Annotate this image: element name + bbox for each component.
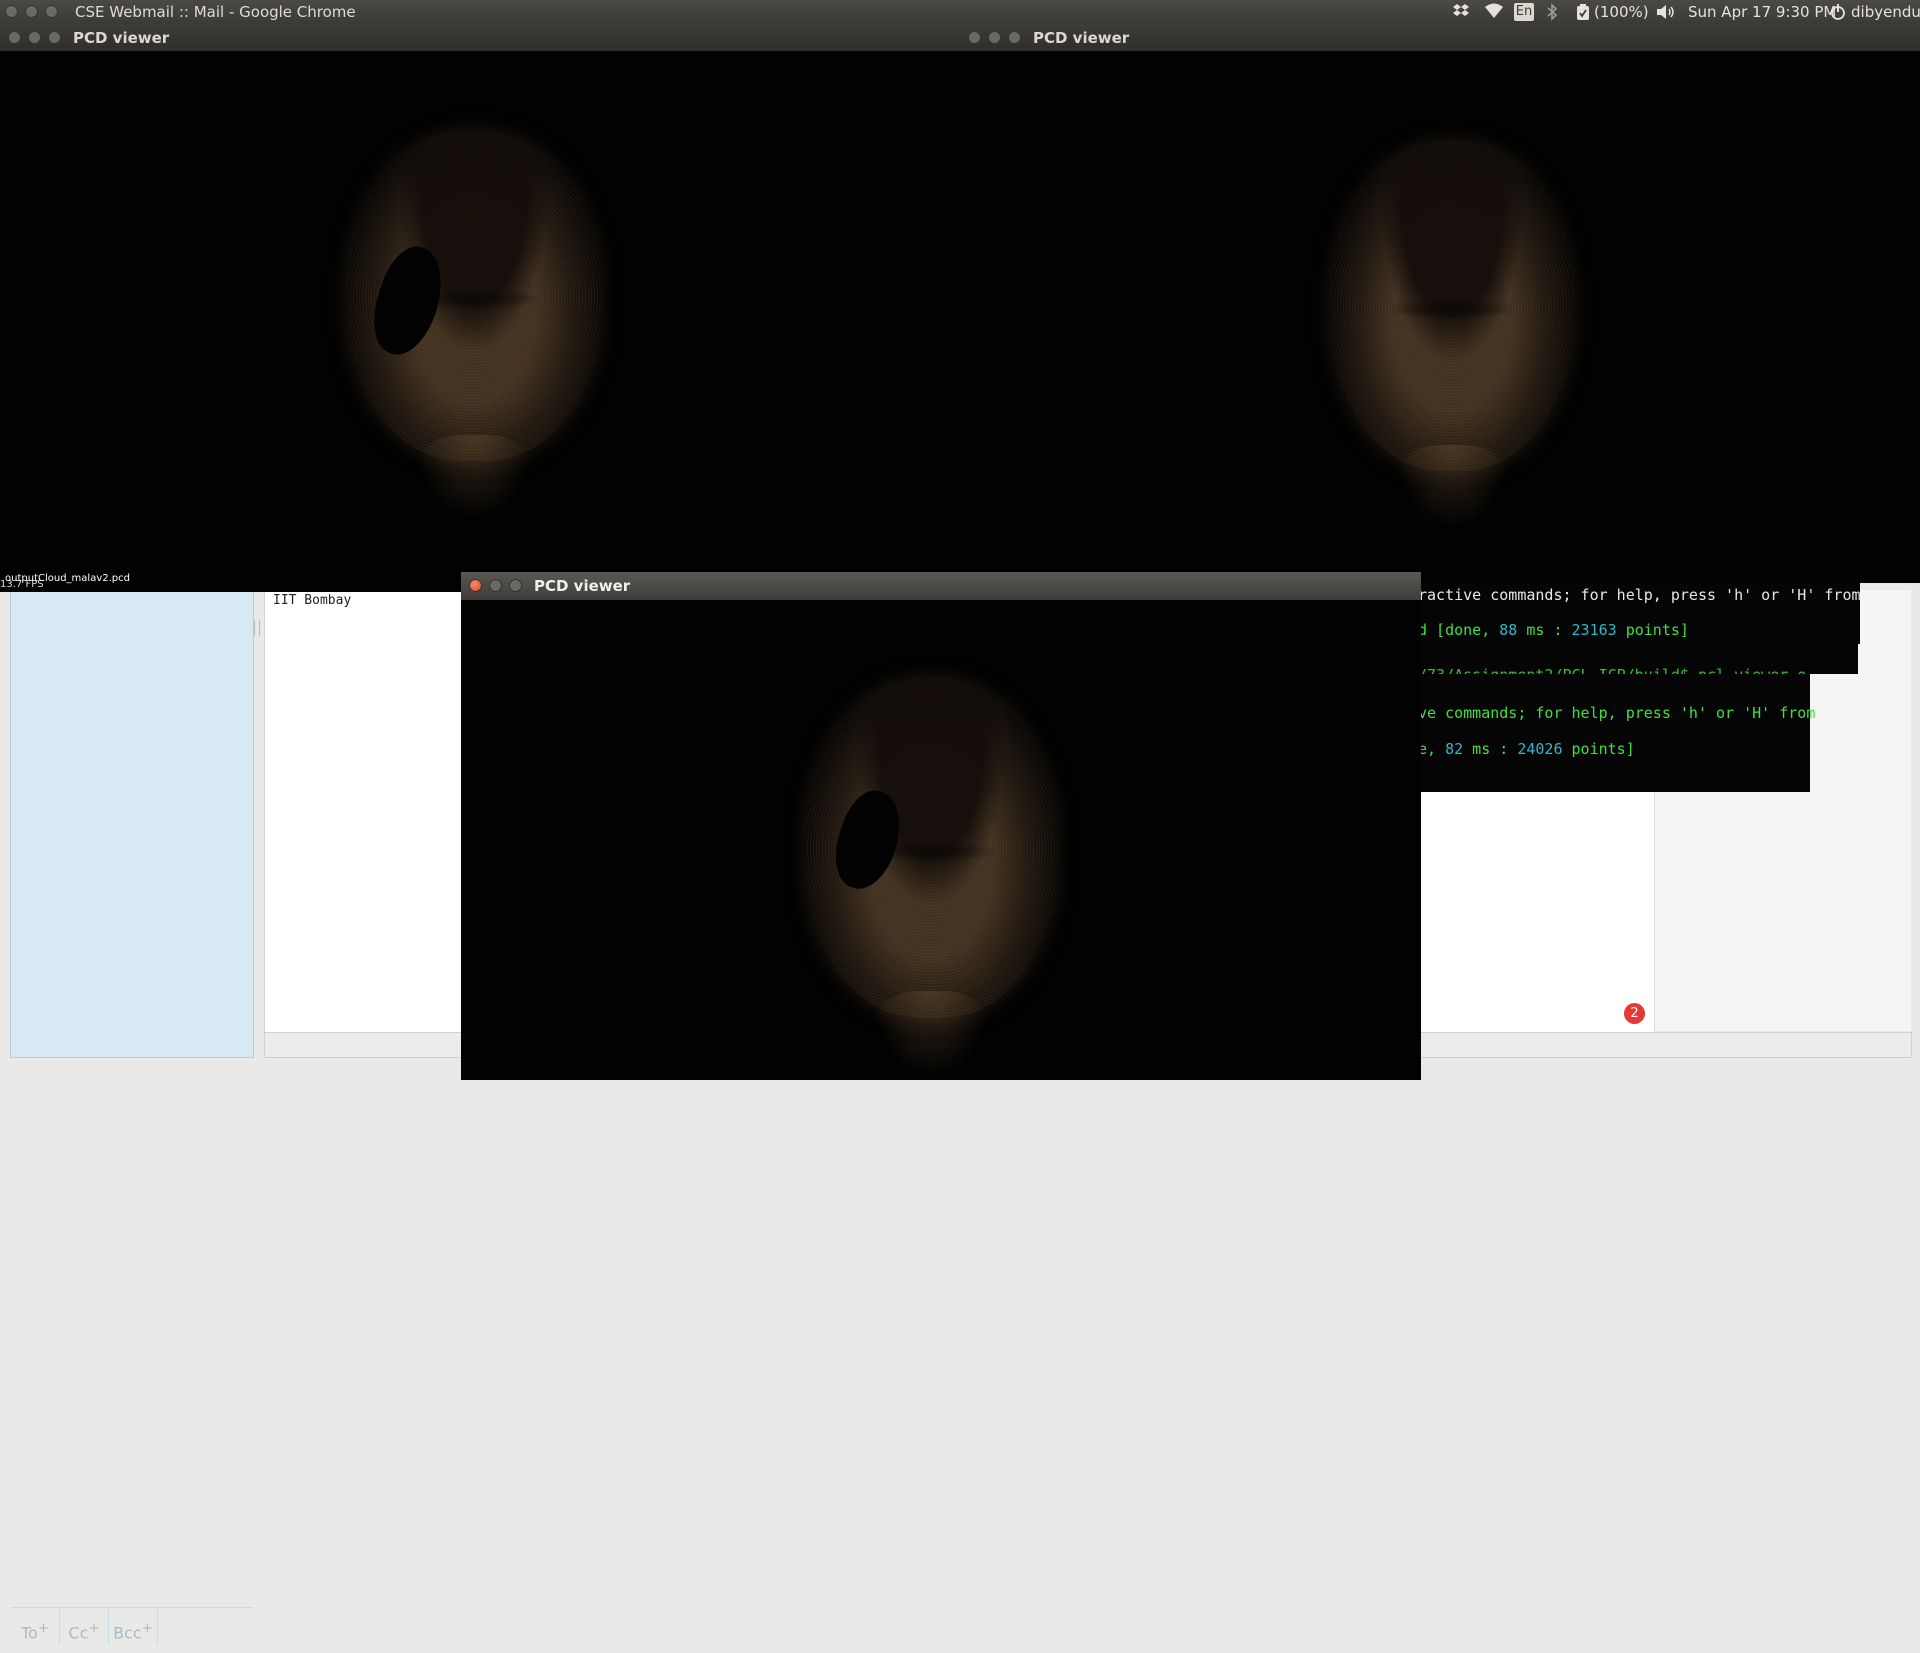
minimize-button[interactable] [988, 31, 1001, 44]
message-body-text: IIT Bombay [273, 593, 352, 608]
close-button[interactable] [968, 31, 981, 44]
volume-icon[interactable] [1656, 3, 1676, 21]
window-maximize-button[interactable] [45, 5, 58, 18]
pcd-viewer-bottom-titlebar[interactable]: PCD viewer [461, 572, 1421, 600]
maximize-button[interactable] [1008, 31, 1021, 44]
minimize-button[interactable] [489, 579, 502, 592]
terminal-window[interactable]: ractive commands; for help, press 'h' or… [1370, 582, 1861, 644]
pcd-viewer-left-titlebar[interactable]: PCD viewer [0, 24, 960, 51]
active-window-title: CSE Webmail :: Mail - Google Chrome [75, 3, 356, 21]
minimize-button[interactable] [28, 31, 41, 44]
to-button[interactable]: To+ [11, 1609, 60, 1645]
pcd-viewer-bottom-canvas[interactable] [461, 600, 1421, 1080]
window-minimize-button[interactable] [25, 5, 38, 18]
pane-splitter[interactable] [254, 620, 260, 636]
maximize-button[interactable] [48, 31, 61, 44]
terminal-line: d [done, 88 ms : 23163 points] [1418, 621, 1689, 639]
battery-icon[interactable] [1576, 3, 1590, 21]
wifi-icon[interactable] [1485, 3, 1503, 21]
close-button[interactable] [469, 579, 482, 592]
cloud-file-label: outputCloud_malav2.pcd [5, 573, 130, 584]
clock[interactable]: Sun Apr 17 9:30 PM [1688, 3, 1836, 21]
point-cloud-face [1332, 141, 1572, 531]
user-name[interactable]: dibyendu [1851, 3, 1920, 21]
window-title: PCD viewer [73, 29, 170, 47]
window-close-button[interactable] [5, 5, 18, 18]
mail-sidebar: To+ Cc+ Bcc+ [10, 590, 254, 1645]
maximize-button[interactable] [509, 579, 522, 592]
terminal-window-3[interactable]: ve commands; for help, press 'h' or 'H' … [1370, 674, 1815, 792]
notification-badge[interactable]: 2 [1624, 1003, 1645, 1024]
window-title: PCD viewer [1033, 29, 1130, 47]
bluetooth-icon[interactable] [1546, 3, 1558, 21]
keyboard-layout-indicator[interactable]: En [1514, 3, 1534, 21]
pcd-viewer-right-titlebar[interactable]: PCD viewer [960, 24, 1920, 51]
divider [11, 1607, 253, 1608]
bcc-button[interactable]: Bcc+ [109, 1609, 158, 1645]
terminal-line: ractive commands; for help, press 'h' or… [1418, 586, 1861, 604]
pcd-viewer-right-canvas[interactable] [960, 51, 1920, 583]
battery-percentage: (100%) [1594, 3, 1649, 21]
close-button[interactable] [8, 31, 21, 44]
dropbox-icon[interactable] [1452, 3, 1470, 21]
terminal-line: e, 82 ms : 24026 points] [1418, 740, 1635, 758]
cc-button[interactable]: Cc+ [60, 1609, 109, 1645]
terminal-line: ve commands; for help, press 'h' or 'H' … [1418, 704, 1816, 722]
system-top-panel: CSE Webmail :: Mail - Google Chrome En (… [0, 0, 1920, 24]
pcd-viewer-left-canvas[interactable]: 13.7 FPS outputCloud_malav2.pcd [0, 51, 960, 592]
window-title: PCD viewer [534, 577, 631, 595]
session-icon[interactable] [1830, 3, 1846, 21]
terminal-window-2[interactable]: /73/Assignment2/PCL_ICP/build$ pcl_viewe… [1370, 644, 1858, 684]
